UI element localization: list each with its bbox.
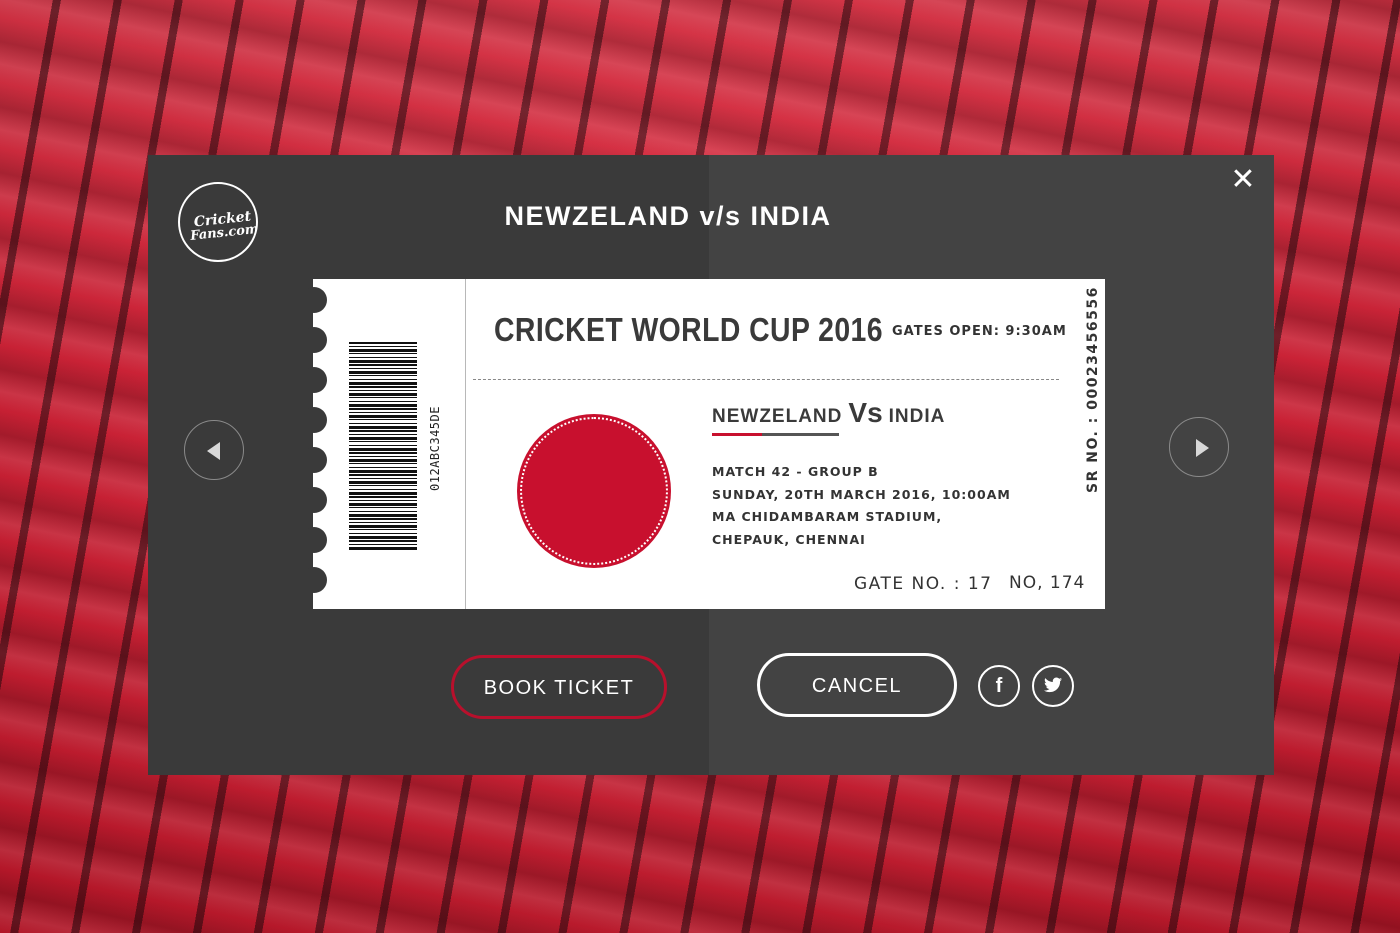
arrow-right-icon <box>1196 439 1209 457</box>
teams-heading: NEWZELAND Vs INDIA <box>712 397 945 429</box>
modal-title: NEWZELAND v/s INDIA <box>504 201 832 231</box>
venue-line-2: CHEPAUK, CHENNAI <box>712 531 866 547</box>
gate-number: GATE NO. : 17 <box>854 574 993 594</box>
seat-number: NO, 174 <box>1009 573 1086 593</box>
teams-underline <box>712 433 839 436</box>
previous-button[interactable] <box>184 420 244 480</box>
team-a: NEWZELAND <box>712 406 843 427</box>
serial-number: SR NO. : 00023456556 <box>1085 286 1101 493</box>
vs-label: Vs <box>848 397 883 428</box>
arrow-left-icon <box>207 442 220 460</box>
facebook-icon[interactable]: f <box>978 665 1020 707</box>
close-icon[interactable]: ✕ <box>1230 165 1256 195</box>
match-datetime: SUNDAY, 20TH MARCH 2016, 10:00AM <box>712 486 1011 502</box>
event-title: CRICKET WORLD CUP 2016 <box>494 311 883 348</box>
match-number: MATCH 42 - GROUP B <box>712 464 879 479</box>
barcode <box>349 342 417 551</box>
match-details: MATCH 42 - GROUP B SUNDAY, 20TH MARCH 20… <box>712 461 1011 551</box>
book-ticket-button[interactable]: BOOK TICKET <box>451 655 667 719</box>
dashed-divider <box>473 379 1059 380</box>
ticket-card: 012ABC345DE CRICKET WORLD CUP 2016 GATES… <box>301 279 1105 609</box>
venue-line-1: MA CHIDAMBARAM STADIUM, <box>712 509 943 524</box>
barcode-code: 012ABC345DE <box>428 406 442 491</box>
cricket-ball-icon <box>517 414 671 568</box>
team-b: INDIA <box>888 406 946 427</box>
ticket-modal: ✕ Cricket Fans.com NEWZELAND v/s INDIA 0… <box>148 155 1274 775</box>
stub-divider <box>465 279 466 609</box>
cancel-button[interactable]: CANCEL <box>757 653 957 717</box>
next-button[interactable] <box>1169 417 1229 477</box>
gates-open: GATES OPEN: 9:30AM <box>892 324 1067 339</box>
twitter-icon[interactable] <box>1032 665 1074 707</box>
